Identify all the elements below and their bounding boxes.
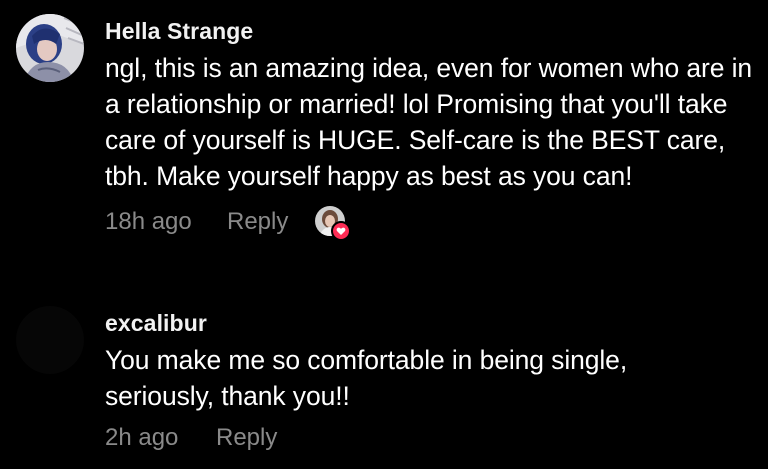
comment-username[interactable]: Hella Strange [105,16,760,46]
user-avatar-icon [16,306,84,374]
reply-button[interactable]: Reply [216,420,277,456]
comment-item: Hella Strange ngl, this is an amazing id… [0,0,768,290]
creator-liked-badge [315,206,355,241]
comment-meta: 2h ago Reply [105,420,760,456]
heart-icon [331,221,351,241]
comment-text: You make me so comfortable in being sing… [105,345,628,411]
comment-timestamp: 18h ago [105,208,192,235]
comment-timestamp: 2h ago [105,424,179,451]
reply-button[interactable]: Reply [227,204,288,240]
avatar[interactable] [16,306,84,374]
user-avatar-icon [16,14,84,82]
comment-text: ngl, this is an amazing idea, even for w… [105,53,753,191]
avatar[interactable] [16,14,84,82]
comment-username[interactable]: excalibur [105,308,760,338]
comment-meta: 18h ago Reply [105,204,760,241]
comment-item: excalibur You make me so comfortable in … [0,290,768,469]
